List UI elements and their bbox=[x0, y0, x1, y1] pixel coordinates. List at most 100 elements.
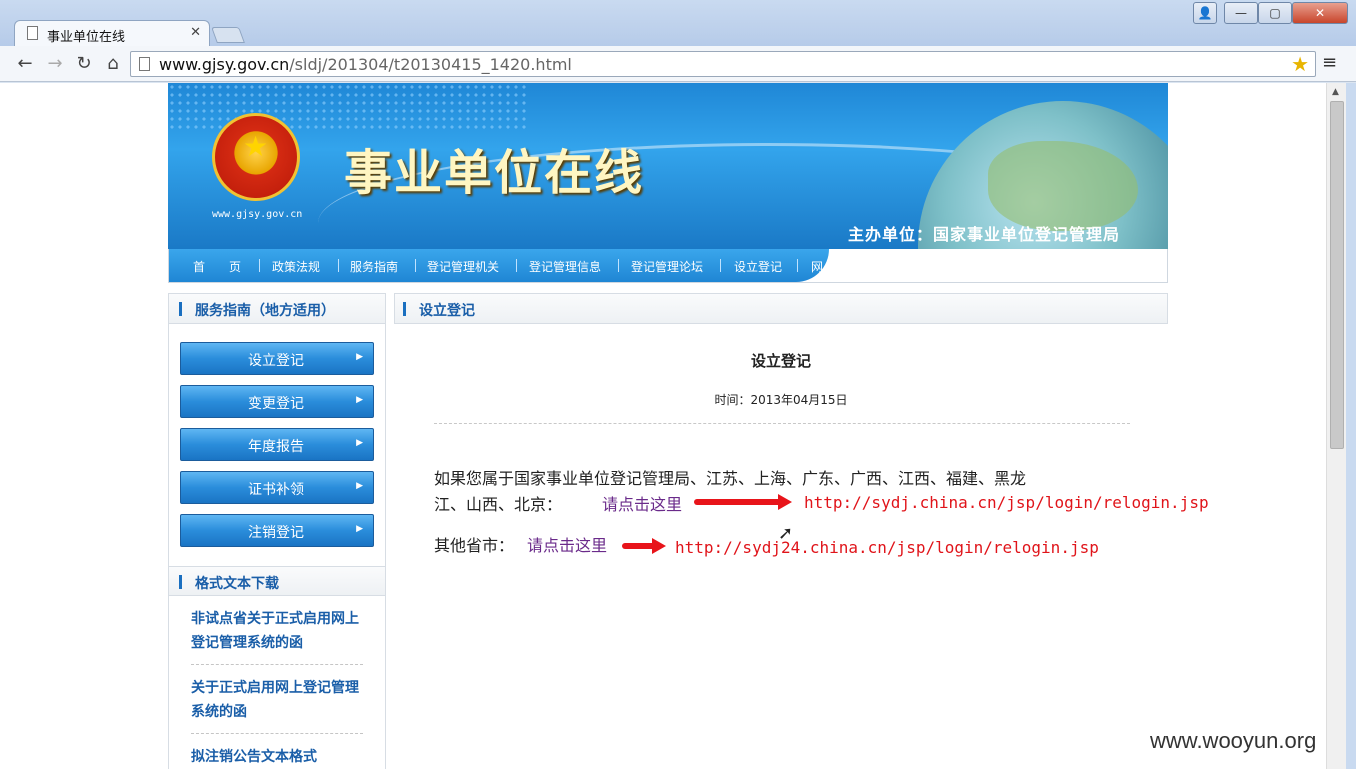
doc-link[interactable]: 拟注销公告文本格式 bbox=[191, 745, 367, 769]
login-link-other[interactable]: 请点击这里 bbox=[527, 532, 607, 556]
annotated-url: http://sydj.china.cn/jsp/login/relogin.j… bbox=[804, 493, 1209, 512]
watermark: www.wooyun.org bbox=[1150, 728, 1317, 753]
guide-button-cancel[interactable]: 注销登记 ▶ bbox=[180, 514, 374, 547]
nav-item-policy[interactable]: 政策法规 bbox=[272, 258, 320, 275]
left-sidebar: 服务指南（地方适用） 设立登记 ▶ 变更登记 ▶ 年度报告 ▶ 证书补领 ▶ 注销登记 ▶… bbox=[168, 293, 386, 769]
guide-button-label: 变更登记 bbox=[248, 396, 304, 412]
header-bar bbox=[179, 302, 182, 316]
header-bar bbox=[403, 302, 406, 316]
main-section-title: 设立登记 bbox=[419, 303, 475, 319]
article-title: 设立登记 bbox=[750, 352, 811, 370]
address-bar[interactable]: www.gjsy.gov.cn/sldj/201304/t20130415_14… bbox=[130, 51, 1316, 77]
home-icon[interactable]: ⌂ bbox=[102, 53, 124, 75]
banner-title: 事业单位在线 bbox=[344, 145, 645, 201]
guide-button-establish[interactable]: 设立登记 ▶ bbox=[180, 342, 374, 375]
red-arrow-annotation bbox=[622, 538, 666, 554]
url-text[interactable]: www.gjsy.gov.cn/sldj/201304/t20130415_14… bbox=[159, 55, 572, 74]
site-banner: ★ www.gjsy.gov.cn 事业单位在线 主办单位：国家事业单位登记管理… bbox=[168, 83, 1168, 249]
bookmark-star-icon[interactable]: ★ bbox=[1291, 52, 1309, 76]
arrow-right-icon: ▶ bbox=[356, 352, 363, 362]
nav-separator bbox=[516, 259, 517, 272]
emblem-star-icon: ★ bbox=[243, 130, 269, 163]
tab-title: 事业单位在线 bbox=[47, 30, 126, 45]
guide-button-label: 注销登记 bbox=[248, 525, 304, 541]
nav-separator bbox=[618, 259, 619, 272]
mouse-cursor-icon: ➚ bbox=[778, 523, 794, 544]
guide-button-label: 年度报告 bbox=[248, 439, 304, 455]
page-icon bbox=[27, 26, 38, 40]
banner-dots bbox=[168, 83, 528, 133]
url-host: www.gjsy.gov.cn bbox=[159, 55, 290, 74]
paragraph-line: 其他省市： bbox=[434, 536, 515, 555]
back-icon[interactable]: ← bbox=[14, 53, 36, 75]
doc-link[interactable]: 非试点省关于正式启用网上 登记管理系统的函 bbox=[191, 607, 367, 655]
url-path: /sldj/201304/t20130415_1420.html bbox=[289, 55, 572, 74]
main-section-header: 设立登记 bbox=[394, 293, 1168, 324]
page-viewport: ★ www.gjsy.gov.cn 事业单位在线 主办单位：国家事业单位登记管理… bbox=[0, 83, 1326, 769]
article-divider bbox=[434, 423, 1130, 424]
doc-link-line: 系统的函 bbox=[191, 704, 247, 720]
nav-item-forum[interactable]: 登记管理论坛 bbox=[631, 258, 703, 275]
arrow-right-icon: ▶ bbox=[356, 481, 363, 491]
nav-item-online[interactable]: 网上登 bbox=[811, 258, 847, 275]
globe-land bbox=[988, 141, 1138, 231]
login-link-primary[interactable]: 请点击这里 bbox=[602, 491, 682, 515]
arrow-right-icon: ▶ bbox=[356, 395, 363, 405]
new-tab-button[interactable] bbox=[211, 27, 245, 43]
browser-tab[interactable]: 事业单位在线 ✕ bbox=[14, 20, 210, 46]
nav-item-guide[interactable]: 服务指南 bbox=[350, 258, 398, 275]
docs-section-header: 格式文本下载 bbox=[169, 566, 385, 596]
nav-separator bbox=[338, 259, 339, 272]
paragraph-line: 江、山西、北京： bbox=[434, 495, 563, 514]
article-time: 时间：2013年04月15日 bbox=[714, 393, 848, 407]
doc-link-line: 非试点省关于正式启用网上 bbox=[191, 611, 359, 627]
arrow-right-icon: ▶ bbox=[356, 438, 363, 448]
arrow-right-icon: ▶ bbox=[356, 524, 363, 534]
header-bar bbox=[179, 575, 182, 589]
user-icon[interactable]: 👤 bbox=[1193, 2, 1217, 24]
guide-section-header: 服务指南（地方适用） bbox=[169, 294, 385, 324]
nav-item-info[interactable]: 登记管理信息 bbox=[529, 258, 601, 275]
doc-link-line: 登记管理系统的函 bbox=[191, 635, 303, 651]
browser-titlebar: 事业单位在线 ✕ 👤 — ▢ ✕ bbox=[0, 0, 1356, 46]
window-frame bbox=[1346, 83, 1356, 769]
banner-site-url: www.gjsy.gov.cn bbox=[212, 209, 303, 220]
maximize-button[interactable]: ▢ bbox=[1258, 2, 1292, 24]
close-window-button[interactable]: ✕ bbox=[1292, 2, 1348, 24]
national-emblem-icon: ★ bbox=[212, 113, 300, 201]
guide-button-change[interactable]: 变更登记 ▶ bbox=[180, 385, 374, 418]
nav-item-authority[interactable]: 登记管理机关 bbox=[427, 258, 499, 275]
scroll-thumb[interactable] bbox=[1330, 101, 1344, 449]
doc-link-line: 关于正式启用网上登记管理 bbox=[191, 680, 359, 696]
docs-section-title: 格式文本下载 bbox=[195, 576, 279, 592]
guide-button-label: 设立登记 bbox=[248, 353, 304, 369]
menu-icon[interactable]: ≡ bbox=[1322, 52, 1337, 73]
minimize-button[interactable]: — bbox=[1224, 2, 1258, 24]
doc-link[interactable]: 关于正式启用网上登记管理 系统的函 bbox=[191, 676, 367, 724]
doc-divider bbox=[191, 733, 363, 734]
main-nav: 首 页 政策法规 服务指南 登记管理机关 登记管理信息 登记管理论坛 设立登记 … bbox=[168, 249, 1168, 283]
scroll-up-icon[interactable]: ▲ bbox=[1332, 87, 1339, 97]
paragraph-line: 如果您属于国家事业单位登记管理局、江苏、上海、广东、广西、江西、福建、黑龙 bbox=[434, 469, 1027, 488]
tab-close-icon[interactable]: ✕ bbox=[190, 25, 201, 40]
guide-section-title: 服务指南（地方适用） bbox=[195, 303, 335, 319]
guide-button-label: 证书补领 bbox=[248, 482, 304, 498]
guide-button-certificate[interactable]: 证书补领 ▶ bbox=[180, 471, 374, 504]
nav-separator bbox=[259, 259, 260, 272]
doc-link-line: 拟注销公告文本格式 bbox=[191, 749, 317, 765]
doc-divider bbox=[191, 664, 363, 665]
nav-item-home[interactable]: 首 页 bbox=[193, 258, 241, 275]
browser-toolbar: ← → ↻ ⌂ www.gjsy.gov.cn/sldj/201304/t201… bbox=[0, 46, 1356, 82]
nav-item-establish[interactable]: 设立登记 bbox=[734, 258, 782, 275]
red-arrow-annotation bbox=[694, 494, 792, 510]
nav-separator bbox=[797, 259, 798, 272]
guide-button-annual-report[interactable]: 年度报告 ▶ bbox=[180, 428, 374, 461]
vertical-scrollbar[interactable]: ▲ bbox=[1326, 83, 1346, 769]
page-info-icon[interactable] bbox=[139, 57, 150, 71]
reload-icon[interactable]: ↻ bbox=[73, 53, 95, 75]
banner-sponsor: 主办单位：国家事业单位登记管理局 bbox=[848, 225, 1121, 244]
nav-separator bbox=[720, 259, 721, 272]
nav-separator bbox=[415, 259, 416, 272]
forward-icon[interactable]: → bbox=[44, 53, 66, 75]
annotated-url: http://sydj24.china.cn/jsp/login/relogin… bbox=[675, 538, 1099, 557]
